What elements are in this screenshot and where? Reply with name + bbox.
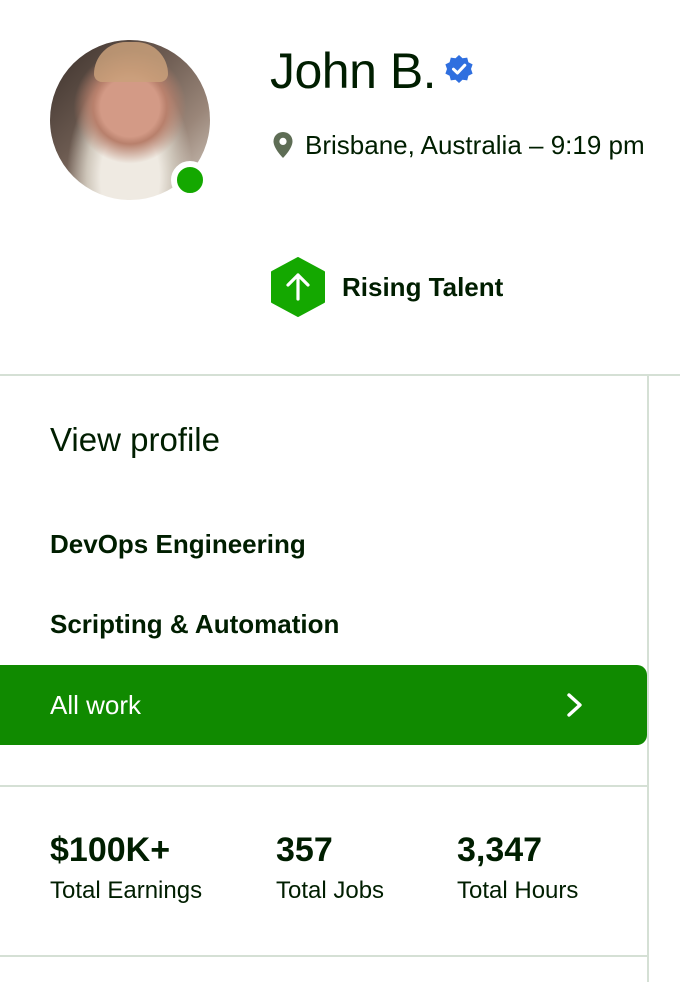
avatar[interactable] xyxy=(50,40,210,200)
stat-label: Total Hours xyxy=(457,877,579,904)
rising-talent-icon xyxy=(271,257,325,317)
header-divider xyxy=(0,374,680,376)
stat-total-hours: 3,347 Total Hours xyxy=(457,828,578,908)
stats-top-divider xyxy=(0,785,647,787)
all-work-label: All work xyxy=(50,689,142,720)
stat-total-jobs: 357 Total Jobs xyxy=(276,828,384,908)
location-text: Brisbane, Australia – 9:19 pm xyxy=(305,130,645,160)
view-profile-heading: View profile xyxy=(50,421,220,458)
all-work-button[interactable]: All work xyxy=(0,665,647,745)
online-status-indicator xyxy=(171,161,209,199)
badge-label: Rising Talent xyxy=(342,271,504,302)
stat-value: $100K+ xyxy=(50,831,171,869)
stat-total-earnings: $100K+ Total Earnings xyxy=(50,828,202,908)
stat-value: 3,347 xyxy=(457,831,543,869)
stats-bottom-divider xyxy=(0,955,647,957)
stat-label: Total Jobs xyxy=(276,877,385,904)
location-row: Brisbane, Australia – 9:19 pm xyxy=(272,128,645,162)
location-pin-icon xyxy=(273,132,293,158)
stat-value: 357 xyxy=(276,831,333,869)
sidebar-divider xyxy=(647,375,649,982)
rising-talent-badge[interactable]: Rising Talent xyxy=(270,257,503,317)
stat-label: Total Earnings xyxy=(50,877,203,904)
specialized-profile-scripting[interactable]: Scripting & Automation xyxy=(50,607,339,641)
specialized-profile-devops[interactable]: DevOps Engineering xyxy=(50,527,306,561)
avatar-photo xyxy=(94,42,168,82)
freelancer-name: John B. xyxy=(270,43,437,99)
verified-badge-icon xyxy=(445,55,473,83)
chevron-right-icon xyxy=(567,693,582,717)
